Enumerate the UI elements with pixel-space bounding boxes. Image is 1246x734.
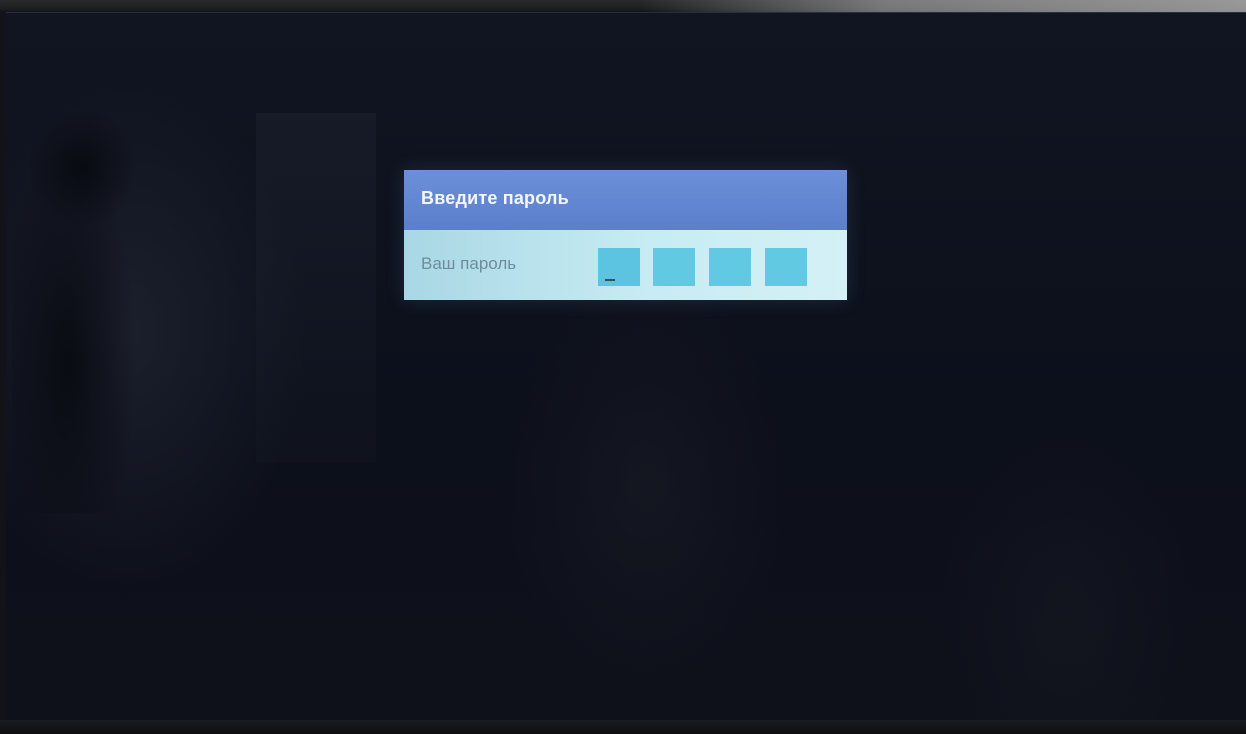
pin-digit-2-input[interactable] — [653, 248, 695, 286]
pin-digit-1-input[interactable] — [598, 248, 640, 286]
tv-frame: Введите пароль Ваш пароль — [0, 0, 1246, 734]
dialog-body: Ваш пароль — [404, 230, 847, 300]
dialog-title: Введите пароль — [421, 188, 569, 208]
tv-screen — [6, 12, 1246, 721]
password-dialog: Введите пароль Ваш пароль — [404, 170, 847, 300]
password-field-label: Ваш пароль — [421, 254, 517, 273]
dialog-header: Введите пароль — [404, 170, 847, 230]
pin-digit-3-input[interactable] — [709, 248, 751, 286]
tv-bottom-bezel — [0, 720, 1246, 734]
text-cursor — [605, 279, 615, 281]
pin-digit-4-input[interactable] — [765, 248, 807, 286]
screen-reflection-person — [12, 113, 142, 513]
screen-reflection-door — [256, 113, 376, 463]
